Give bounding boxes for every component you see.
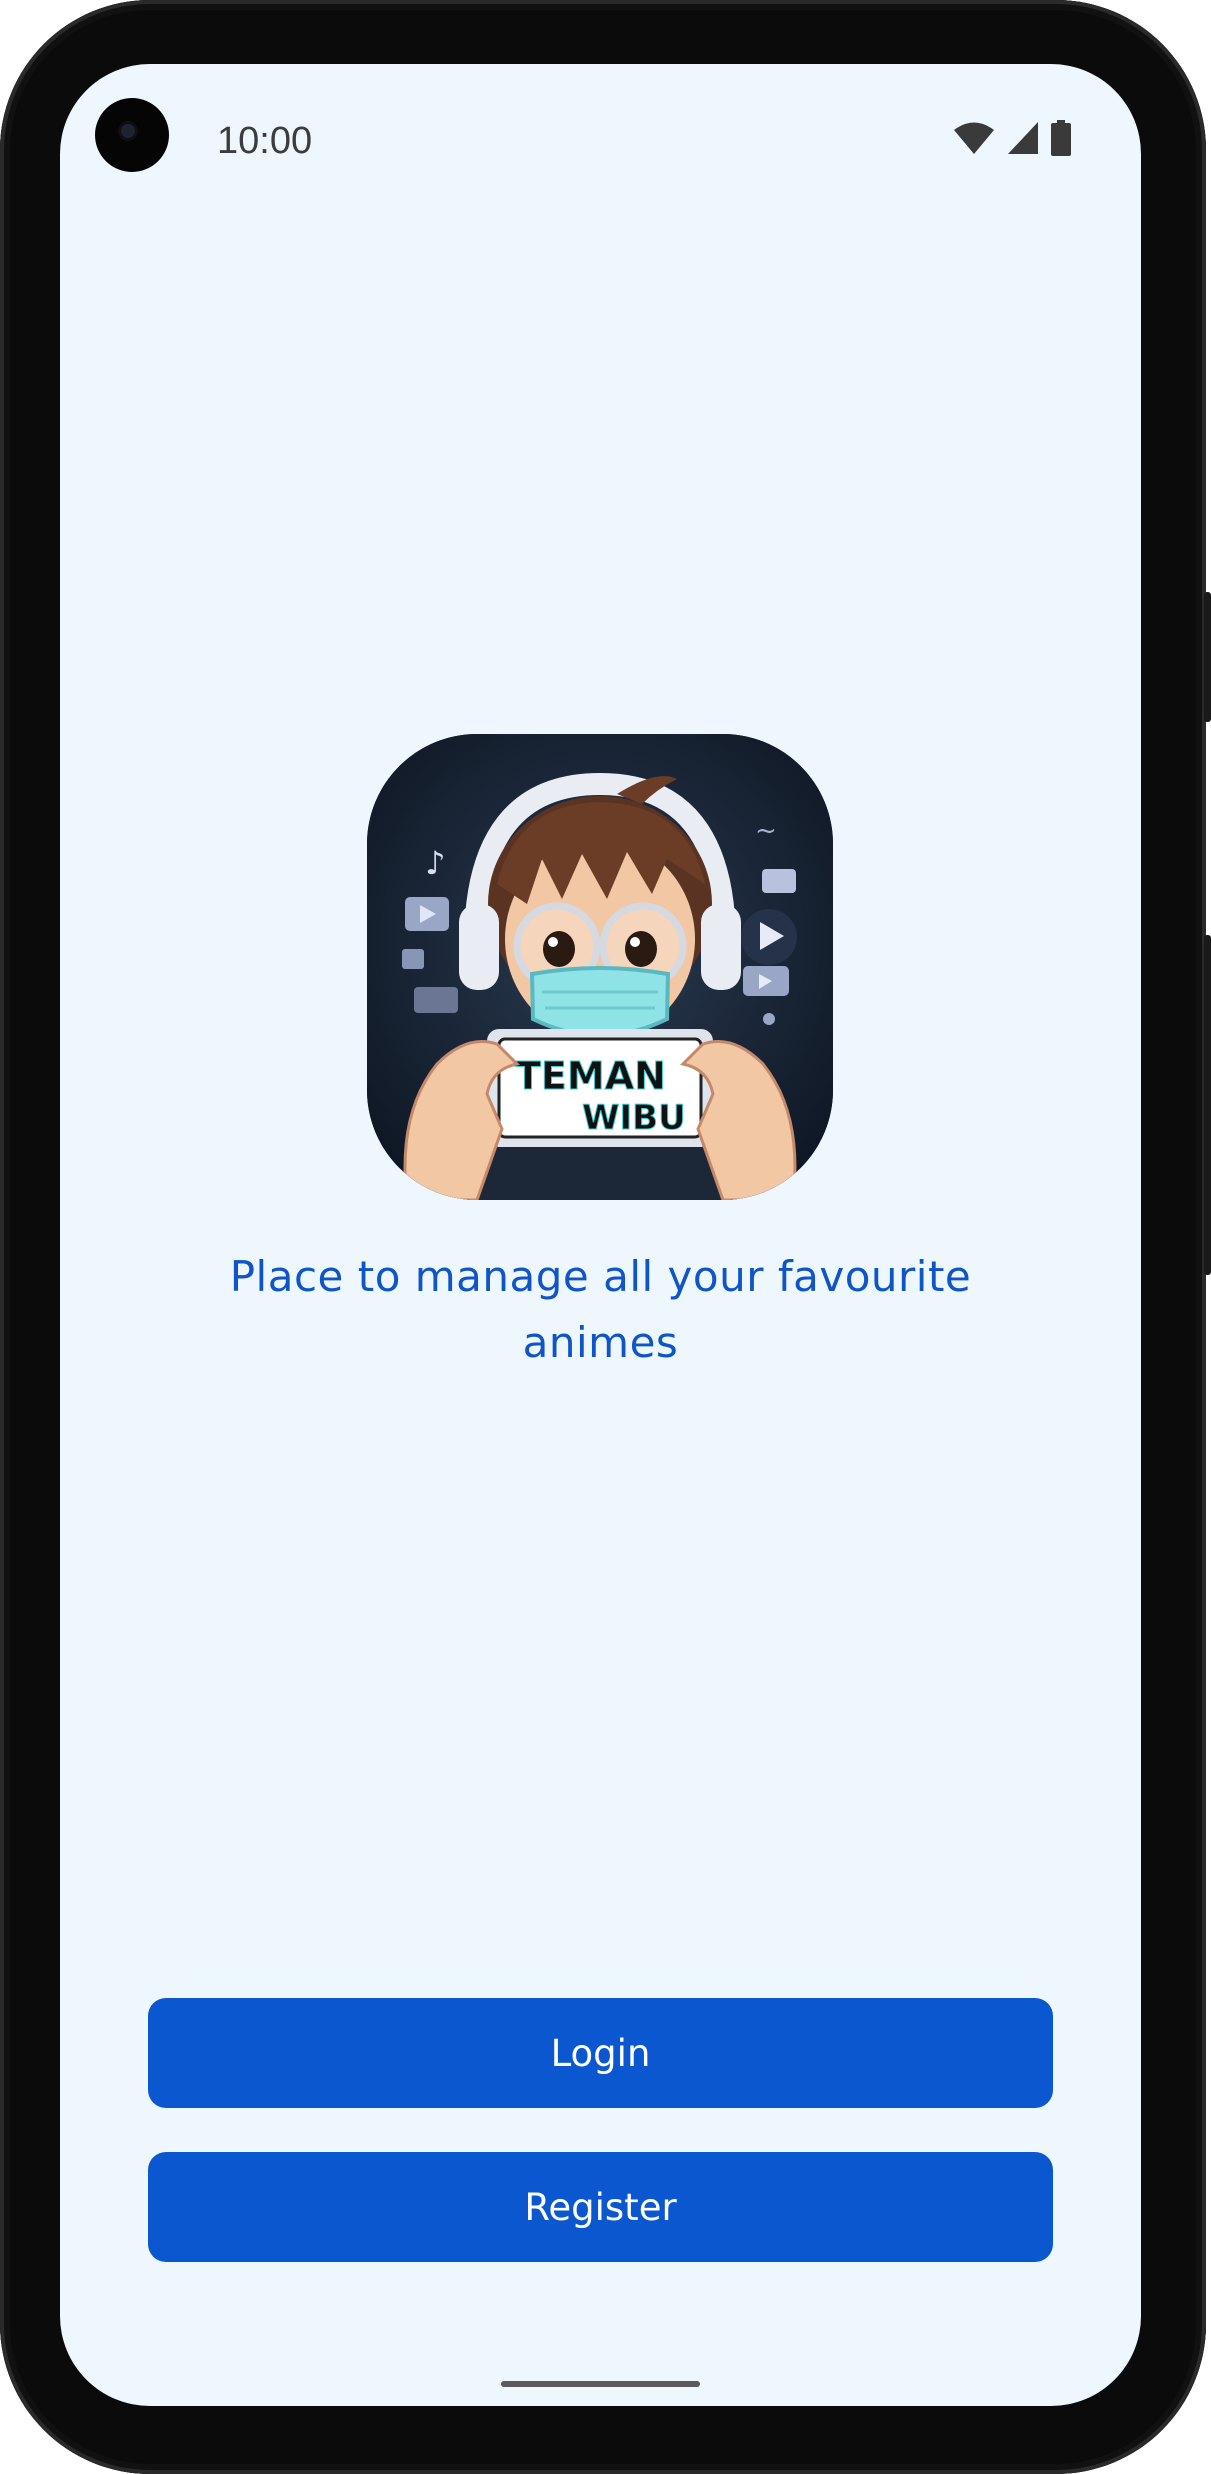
register-button[interactable]: Register bbox=[148, 2152, 1053, 2262]
front-camera bbox=[95, 98, 169, 172]
app-screen: 10:00 ♪ ~ TEMAN WIBU Place to manage all… bbox=[60, 64, 1141, 2406]
svg-text:~: ~ bbox=[755, 816, 777, 846]
wifi-icon bbox=[953, 121, 995, 160]
status-icons bbox=[953, 119, 1071, 161]
svg-text:WIBU: WIBU bbox=[582, 1098, 686, 1138]
svg-text:♪: ♪ bbox=[425, 844, 445, 882]
status-time: 10:00 bbox=[217, 120, 313, 162]
battery-icon bbox=[1051, 119, 1071, 161]
home-indicator[interactable] bbox=[501, 2381, 700, 2387]
power-button bbox=[1204, 592, 1211, 722]
login-button[interactable]: Login bbox=[148, 1998, 1053, 2108]
svg-text:TEMAN: TEMAN bbox=[515, 1054, 666, 1098]
app-logo: ♪ ~ TEMAN WIBU bbox=[367, 734, 833, 1200]
cellular-signal-icon bbox=[1007, 121, 1039, 160]
volume-button bbox=[1204, 935, 1211, 1275]
tagline-text: Place to manage all your favourite anime… bbox=[229, 1252, 972, 1367]
